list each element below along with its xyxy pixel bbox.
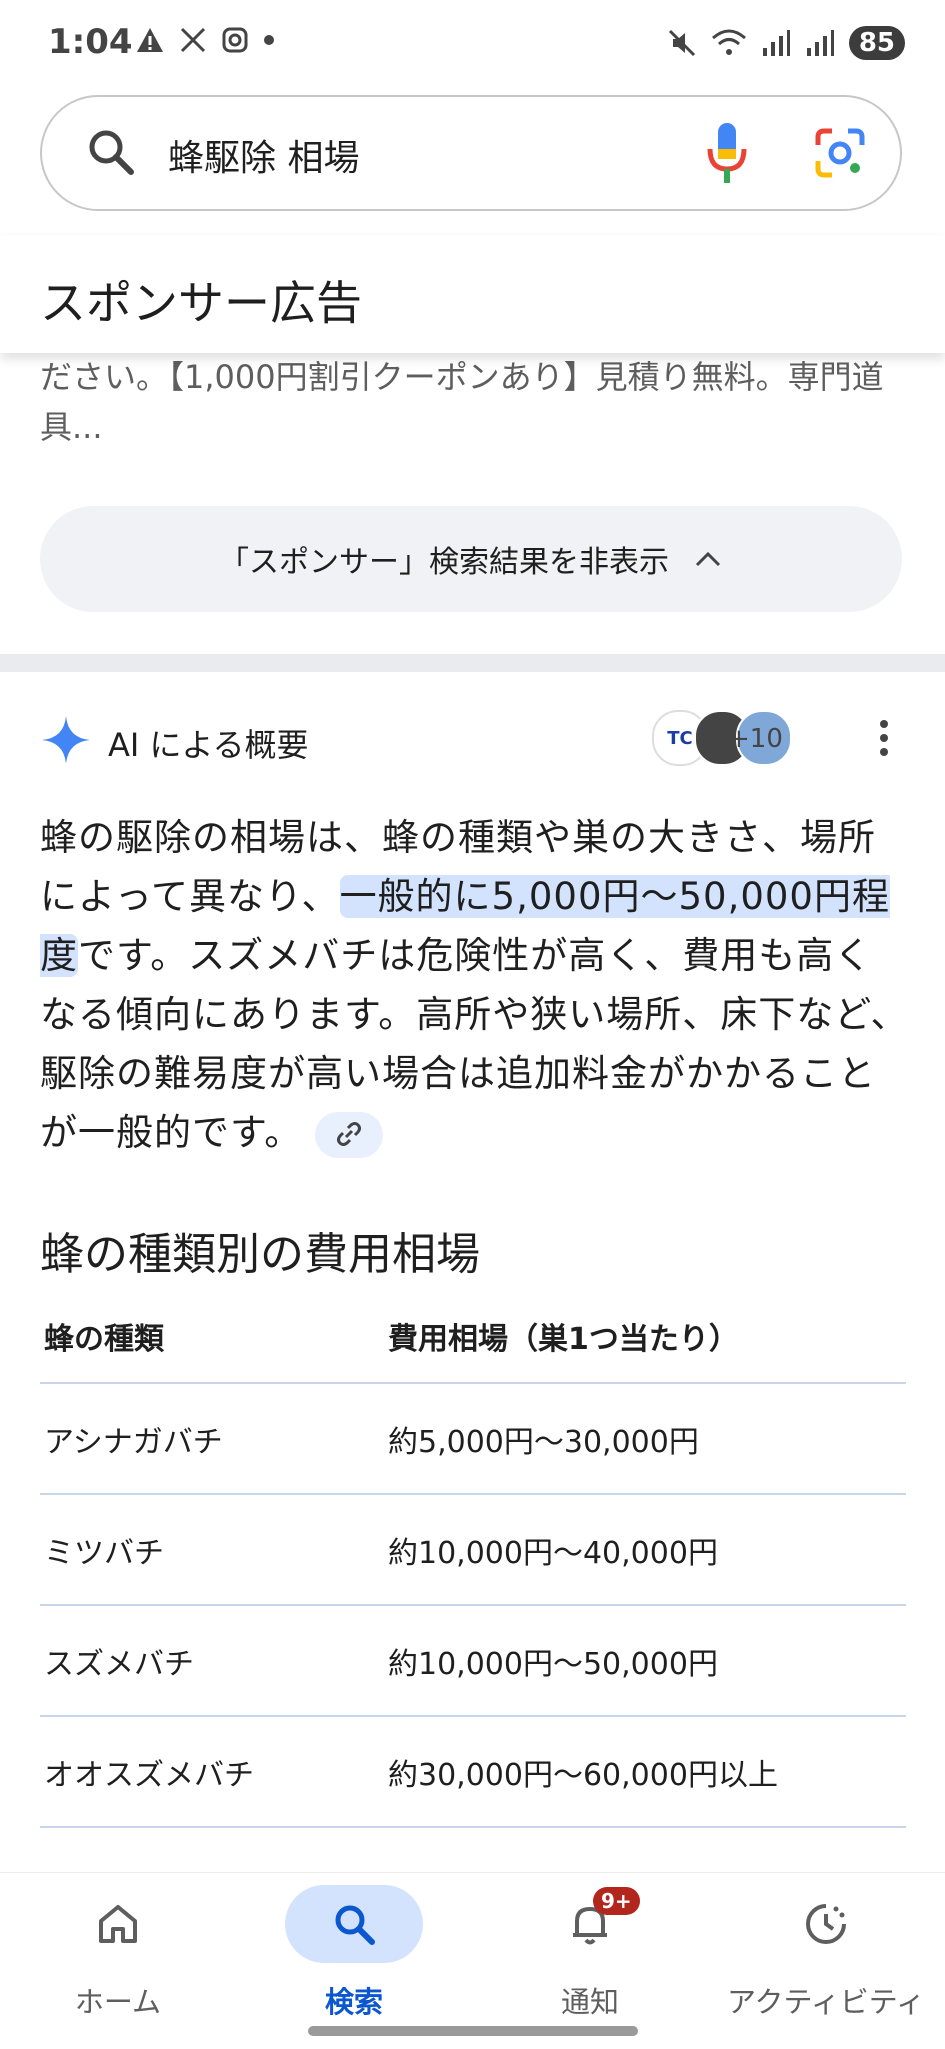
status-time: 1:04 bbox=[48, 22, 133, 62]
nav-home-label: ホーム bbox=[74, 1985, 162, 2019]
dot-icon bbox=[264, 35, 274, 45]
header-type: 蜂の種類 bbox=[44, 1322, 164, 1357]
ad-snippet[interactable]: ださい。【1,000円割引クーポンあり】見積り無料。専門道具... bbox=[40, 352, 900, 452]
cost-table: 蜂の種類 費用相場（巣1つ当たり） アシナガバチ 約5,000円〜30,000円… bbox=[40, 1290, 906, 1828]
cell-cost: 約5,000円〜30,000円 bbox=[388, 1424, 699, 1460]
cell-type: ミツバチ bbox=[44, 1535, 164, 1571]
cost-table-title: 蜂の種類別の費用相場 bbox=[40, 1229, 480, 1280]
table-row: オオスズメバチ 約30,000円〜60,000円以上 bbox=[40, 1717, 906, 1828]
mute-icon bbox=[668, 29, 695, 57]
sponsored-header: スポンサー広告 bbox=[0, 235, 945, 353]
home-icon bbox=[99, 1905, 137, 1943]
nav-activity-label: アクティビティ bbox=[726, 1985, 926, 2019]
search-icon bbox=[335, 1905, 375, 1945]
gesture-handle[interactable] bbox=[308, 2026, 638, 2036]
nav-home[interactable]: ホーム bbox=[0, 1885, 236, 2021]
status-bar: 1:04 85 bbox=[0, 0, 945, 90]
battery-indicator: 85 bbox=[848, 26, 905, 60]
cell-type: アシナガバチ bbox=[44, 1424, 223, 1460]
ai-text-part-2: です。スズメバチは危険性が高く、費用も高くなる傾向にあります。高所や狭い場所、床… bbox=[40, 934, 909, 1154]
ai-sparkle-icon bbox=[42, 716, 90, 764]
link-icon bbox=[337, 1121, 362, 1146]
more-options-icon[interactable] bbox=[878, 718, 890, 758]
ai-overview-text: 蜂の駆除の相場は、蜂の種類や巣の大きさ、場所によって異なり、一般的に5,000円… bbox=[40, 808, 910, 1162]
cell-cost: 約30,000円〜60,000円以上 bbox=[388, 1757, 778, 1793]
hide-sponsored-button[interactable]: 「スポンサー」検索結果を非表示 bbox=[40, 506, 902, 612]
search-icon[interactable] bbox=[86, 127, 136, 177]
activity-icon bbox=[806, 1904, 846, 1944]
section-divider bbox=[0, 654, 945, 672]
cell-type: スズメバチ bbox=[44, 1646, 194, 1682]
header-cost: 費用相場（巣1つ当たり） bbox=[388, 1322, 739, 1357]
ai-sources-count[interactable]: +10 bbox=[728, 724, 783, 754]
search-bar[interactable]: 蜂駆除 相場 bbox=[40, 95, 902, 211]
cell-cost: 約10,000円〜50,000円 bbox=[388, 1646, 718, 1682]
source-link-chip[interactable] bbox=[315, 1111, 384, 1158]
nav-search-label: 検索 bbox=[324, 1985, 383, 2019]
table-row: アシナガバチ 約5,000円〜30,000円 bbox=[40, 1384, 906, 1495]
signal-icon-2 bbox=[806, 30, 834, 56]
sponsored-title: スポンサー広告 bbox=[40, 276, 362, 330]
table-row: スズメバチ 約10,000円〜50,000円 bbox=[40, 1606, 906, 1717]
table-header: 蜂の種類 費用相場（巣1つ当たり） bbox=[40, 1290, 906, 1384]
nav-search[interactable]: 検索 bbox=[236, 1885, 472, 2021]
mic-icon[interactable] bbox=[702, 119, 752, 189]
search-input[interactable]: 蜂駆除 相場 bbox=[168, 129, 359, 181]
chevron-up-icon bbox=[695, 551, 721, 567]
x-app-icon bbox=[180, 27, 206, 53]
instagram-icon bbox=[222, 27, 248, 53]
cell-type: オオスズメバチ bbox=[44, 1757, 254, 1793]
notification-badge: 9+ bbox=[593, 1887, 640, 1915]
ai-overview-title: AI による概要 bbox=[108, 726, 309, 764]
nav-notifications-label: 通知 bbox=[560, 1985, 619, 2019]
nav-activity[interactable]: アクティビティ bbox=[708, 1885, 944, 2021]
table-row: ミツバチ 約10,000円〜40,000円 bbox=[40, 1495, 906, 1606]
wifi-icon bbox=[711, 29, 746, 55]
google-lens-icon[interactable] bbox=[812, 125, 868, 181]
ai-overview-header: AI による概要 TC +10 bbox=[40, 710, 902, 770]
warning-icon bbox=[137, 28, 163, 52]
signal-icon bbox=[762, 30, 790, 56]
cell-cost: 約10,000円〜40,000円 bbox=[388, 1535, 718, 1571]
hide-sponsored-label: 「スポンサー」検索結果を非表示 bbox=[219, 545, 669, 580]
nav-notifications[interactable]: 9+ 通知 bbox=[472, 1885, 708, 2021]
bottom-navigation: ホーム 検索 9+ 通知 アクティビティ bbox=[0, 1872, 945, 2049]
